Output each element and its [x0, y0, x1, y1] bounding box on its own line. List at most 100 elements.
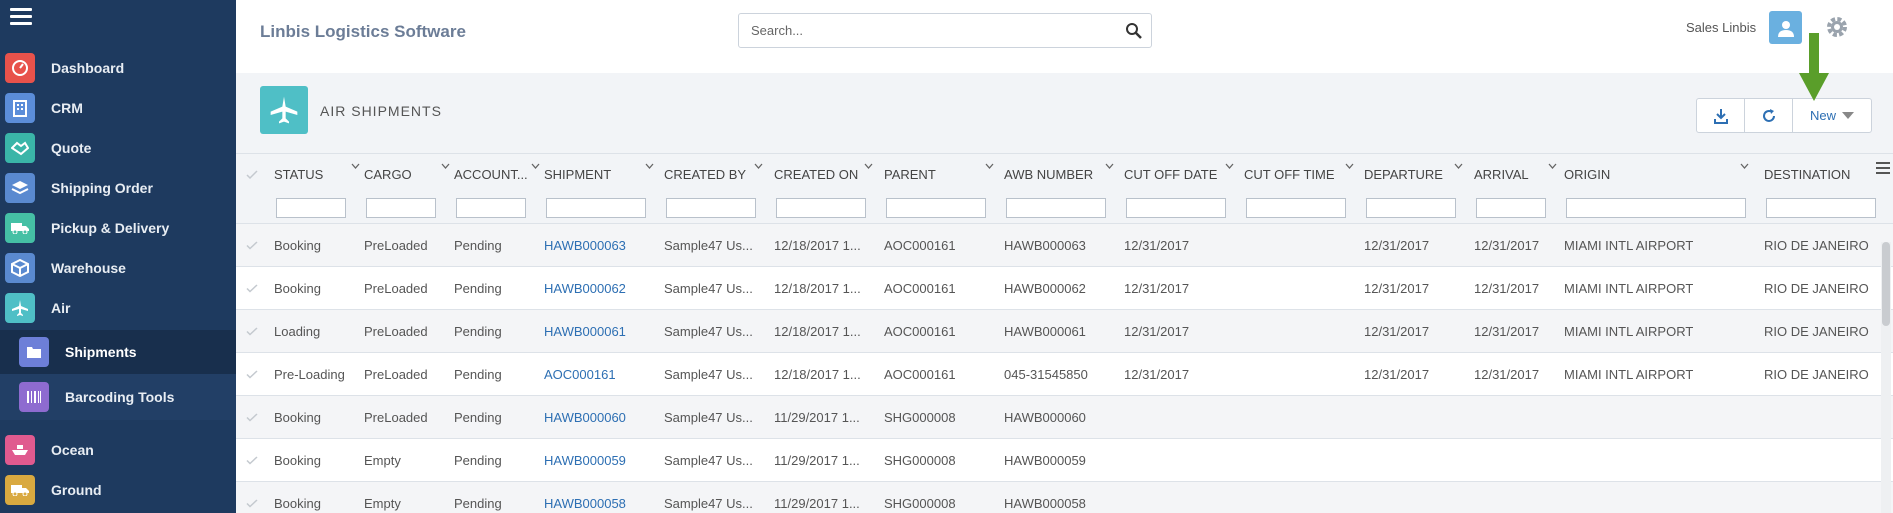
table-cell: 12/31/2017: [1124, 324, 1190, 339]
table-row[interactable]: Booking PreLoaded Pending HAWB000063 Sample4…: [236, 224, 1893, 267]
hamburger-menu-icon[interactable]: [10, 8, 32, 26]
filter-input[interactable]: [456, 198, 526, 218]
column-awb-number[interactable]: AWB NUMBER: [1004, 154, 1124, 224]
column-shipment[interactable]: SHIPMENT: [544, 154, 664, 224]
table-cell: Sample47 Us...: [664, 453, 753, 468]
chevron-down-icon[interactable]: [351, 162, 360, 171]
table-row[interactable]: Loading PreLoaded Pending HAWB000061 Sample4…: [236, 310, 1893, 353]
table-cell: 11/29/2017 1...: [774, 496, 860, 511]
column-created-on[interactable]: CREATED ON: [774, 154, 884, 224]
sidebar-item-label: Ocean: [51, 442, 94, 458]
table-row[interactable]: Pre-Loading PreLoaded Pending AOC000161 Samp…: [236, 353, 1893, 396]
user-name[interactable]: Sales Linbis: [1686, 20, 1756, 35]
column-created-by[interactable]: CREATED BY: [664, 154, 774, 224]
table-cell: Sample47 Us...: [664, 281, 753, 296]
chevron-down-icon[interactable]: [1225, 162, 1234, 171]
shipment-link[interactable]: HAWB000062: [544, 281, 626, 296]
chevron-down-icon[interactable]: [441, 162, 450, 171]
filter-input[interactable]: [776, 198, 866, 218]
filter-input[interactable]: [666, 198, 756, 218]
filter-input[interactable]: [1006, 198, 1106, 218]
column-header-label: CREATED ON: [774, 167, 859, 182]
column-cargo[interactable]: CARGO: [364, 154, 454, 224]
sidebar-item-label: Barcoding Tools: [65, 389, 175, 405]
table-row[interactable]: Booking PreLoaded Pending HAWB000062 Sample4…: [236, 267, 1893, 310]
dashboard-icon: [5, 53, 35, 83]
filter-input[interactable]: [1246, 198, 1346, 218]
table-cell: 12/31/2017: [1364, 238, 1430, 253]
chevron-down-icon[interactable]: [754, 162, 763, 171]
filter-input[interactable]: [886, 198, 986, 218]
shipment-link[interactable]: AOC000161: [544, 367, 616, 382]
column-status[interactable]: STATUS: [274, 154, 364, 224]
column-menu-icon[interactable]: [1876, 162, 1890, 174]
column-parent[interactable]: PARENT: [884, 154, 1004, 224]
column-arrival[interactable]: ARRIVAL: [1474, 154, 1564, 224]
chevron-down-icon[interactable]: [531, 162, 540, 171]
sidebar-item-crm[interactable]: CRM: [0, 88, 236, 128]
row-checkbox[interactable]: [246, 327, 258, 336]
shipment-link[interactable]: HAWB000063: [544, 238, 626, 253]
chevron-down-icon[interactable]: [985, 162, 994, 171]
search-icon[interactable]: [1125, 22, 1143, 40]
column-destination[interactable]: DESTINATION: [1764, 154, 1876, 224]
column-accounting[interactable]: ACCOUNT...: [454, 154, 544, 224]
chevron-down-icon[interactable]: [645, 162, 654, 171]
filter-input[interactable]: [1366, 198, 1456, 218]
sidebar-item-pickup-delivery[interactable]: Pickup & Delivery: [0, 208, 236, 248]
search-input[interactable]: [751, 23, 1111, 38]
filter-input[interactable]: [1566, 198, 1746, 218]
sidebar-item-ocean[interactable]: Ocean: [0, 430, 236, 470]
shipment-link[interactable]: HAWB000061: [544, 324, 626, 339]
sidebar-item-barcoding-tools[interactable]: Barcoding Tools: [0, 374, 236, 420]
table-cell: AOC000161: [884, 367, 956, 382]
table-row[interactable]: Booking PreLoaded Pending HAWB000060 Sample4…: [236, 396, 1893, 439]
sidebar-item-label: Pickup & Delivery: [51, 220, 170, 236]
column-header-label: AWB NUMBER: [1004, 167, 1094, 182]
chevron-down-icon[interactable]: [1548, 162, 1557, 171]
filter-input[interactable]: [276, 198, 346, 218]
filter-input[interactable]: [546, 198, 646, 218]
column-cut-off-date[interactable]: CUT OFF DATE: [1124, 154, 1244, 224]
sidebar-item-air[interactable]: Air: [0, 288, 236, 328]
row-checkbox[interactable]: [246, 241, 258, 250]
chevron-down-icon[interactable]: [1345, 162, 1354, 171]
column-cut-off-time[interactable]: CUT OFF TIME: [1244, 154, 1364, 224]
filter-input[interactable]: [1476, 198, 1546, 218]
row-checkbox[interactable]: [246, 284, 258, 293]
row-checkbox[interactable]: [246, 499, 258, 508]
refresh-button[interactable]: [1745, 99, 1793, 132]
sidebar-item-dashboard[interactable]: Dashboard: [0, 48, 236, 88]
chevron-down-icon[interactable]: [1105, 162, 1114, 171]
sidebar-item-shipments[interactable]: Shipments: [0, 330, 236, 374]
sidebar: Dashboard CRM Quote Shipping Order Picku…: [0, 0, 236, 513]
table-row[interactable]: Booking Empty Pending HAWB000059 Sample47 Us…: [236, 439, 1893, 482]
sidebar-item-warehouse[interactable]: Warehouse: [0, 248, 236, 288]
vertical-scrollbar[interactable]: [1881, 242, 1891, 513]
table-cell: 12/31/2017: [1474, 324, 1540, 339]
table-row[interactable]: Booking Empty Pending HAWB000058 Sample47 Us…: [236, 482, 1893, 513]
filter-input[interactable]: [1126, 198, 1226, 218]
scrollbar-thumb[interactable]: [1882, 242, 1890, 326]
sidebar-item-ground[interactable]: Ground: [0, 470, 236, 510]
column-origin[interactable]: ORIGIN: [1564, 154, 1764, 224]
sidebar-item-shipping-order[interactable]: Shipping Order: [0, 168, 236, 208]
shipment-link[interactable]: HAWB000060: [544, 410, 626, 425]
handshake-icon: [5, 133, 35, 163]
shipment-link[interactable]: HAWB000058: [544, 496, 626, 511]
chevron-down-icon[interactable]: [864, 162, 873, 171]
filter-input[interactable]: [366, 198, 436, 218]
row-checkbox[interactable]: [246, 456, 258, 465]
row-checkbox[interactable]: [246, 413, 258, 422]
chevron-down-icon[interactable]: [1740, 162, 1749, 171]
select-all-checkbox[interactable]: [246, 170, 258, 180]
table-cell: 12/31/2017: [1124, 238, 1190, 253]
filter-input[interactable]: [1766, 198, 1876, 218]
sidebar-item-quote[interactable]: Quote: [0, 128, 236, 168]
chevron-down-icon[interactable]: [1454, 162, 1463, 171]
user-icon: [1777, 20, 1794, 37]
shipment-link[interactable]: HAWB000059: [544, 453, 626, 468]
row-checkbox[interactable]: [246, 370, 258, 379]
column-departure[interactable]: DEPARTURE: [1364, 154, 1474, 224]
download-button[interactable]: [1697, 99, 1745, 132]
